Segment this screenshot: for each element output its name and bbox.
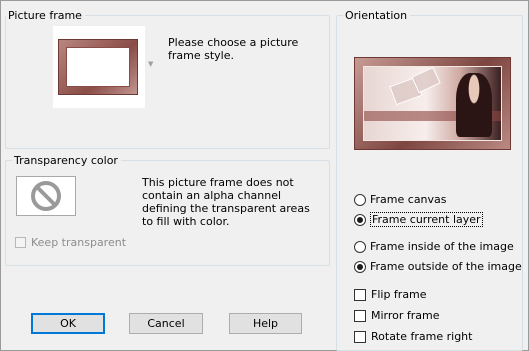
triangle-down-icon[interactable]: ▼: [148, 60, 153, 68]
frame-inside-label: Frame inside of the image: [370, 240, 514, 253]
picture-frame-title: Picture frame: [6, 9, 85, 22]
frame-current-layer-radio[interactable]: Frame current layer: [354, 212, 483, 227]
frame-style-picker[interactable]: [53, 26, 145, 108]
cancel-button[interactable]: Cancel: [129, 313, 203, 334]
keep-transparent-box[interactable]: [15, 237, 26, 248]
frame-canvas-radio-circle[interactable]: [354, 193, 366, 206]
choose-frame-instructions: Please choose a picture frame style.: [168, 36, 299, 62]
keep-transparent-label: Keep transparent: [31, 236, 127, 249]
frame-outside-label: Frame outside of the image: [370, 260, 522, 273]
frame-current-layer-label: Frame current layer: [370, 212, 483, 227]
preview-artwork: [363, 66, 502, 141]
frame-outside-radio-circle[interactable]: [354, 260, 366, 273]
frame-inside-radio-circle[interactable]: [354, 240, 366, 253]
ok-button[interactable]: OK: [31, 313, 105, 334]
preview-art-figure: [456, 73, 492, 137]
radio-selected-dot: [357, 263, 363, 270]
transparency-color-title: Transparency color: [12, 154, 121, 167]
frame-inside-radio[interactable]: Frame inside of the image: [354, 240, 514, 253]
rotate-frame-right-box[interactable]: [354, 330, 366, 343]
frame-canvas-label: Frame canvas: [370, 193, 447, 206]
prohibited-icon: [31, 181, 61, 211]
frame-outside-radio[interactable]: Frame outside of the image: [354, 260, 522, 273]
frame-current-layer-radio-circle[interactable]: [354, 213, 366, 226]
frame-style-thumbnail: [58, 39, 138, 95]
mirror-frame-box[interactable]: [354, 309, 366, 322]
mirror-frame-label: Mirror frame: [371, 309, 440, 322]
flip-frame-label: Flip frame: [371, 288, 427, 301]
keep-transparent-checkbox[interactable]: Keep transparent: [15, 236, 126, 249]
flip-frame-checkbox[interactable]: Flip frame: [354, 288, 427, 301]
radio-selected-dot: [357, 216, 363, 223]
orientation-title: Orientation: [343, 9, 411, 22]
help-button[interactable]: Help: [229, 313, 302, 334]
rotate-frame-right-checkbox[interactable]: Rotate frame right: [354, 330, 472, 343]
flip-frame-box[interactable]: [354, 288, 366, 301]
rotate-frame-right-label: Rotate frame right: [371, 330, 473, 343]
orientation-preview-image: [354, 57, 511, 150]
transparency-color-swatch: [16, 176, 76, 216]
frame-thumbnail-inner: [66, 47, 130, 87]
no-alpha-channel-message: This picture frame does not contain an a…: [142, 176, 310, 228]
frame-canvas-radio[interactable]: Frame canvas: [354, 193, 447, 206]
mirror-frame-checkbox[interactable]: Mirror frame: [354, 309, 440, 322]
